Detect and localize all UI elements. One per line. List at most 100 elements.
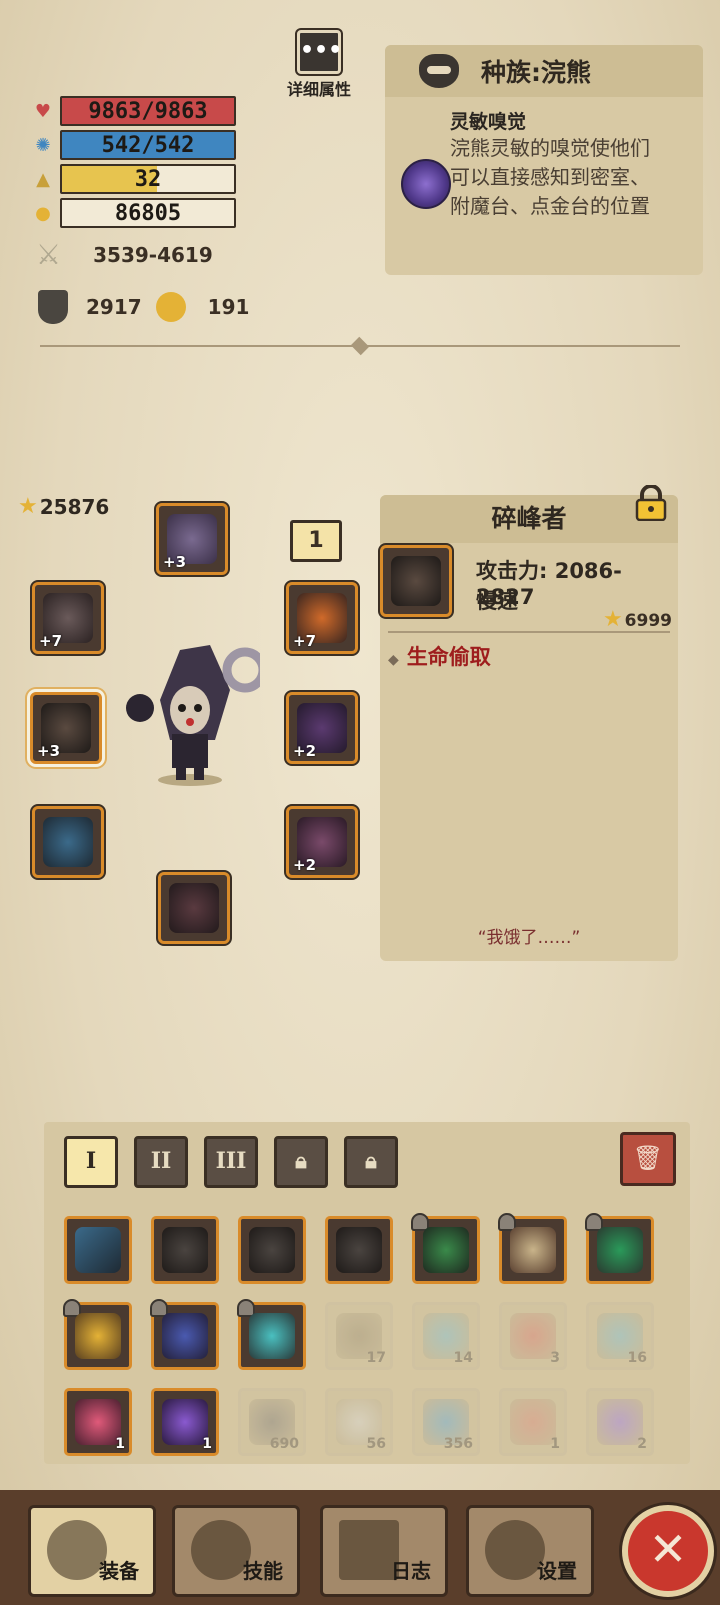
nav-skills-button[interactable]: 技能 (172, 1505, 300, 1597)
race-ability: 灵敏嗅觉 浣熊灵敏的嗅觉使他们可以直接感知到密室、附魔台、点金台的位置 (385, 97, 703, 221)
inventory-item-orb[interactable]: 2 (586, 1388, 654, 1456)
attack-value: 3539-4619 (93, 242, 213, 267)
inventory-item-sword[interactable] (64, 1216, 132, 1284)
weapon-level: +3 (37, 742, 61, 760)
armor-stat: 2917 191 (38, 290, 249, 324)
race-header: 种族:浣熊 (385, 45, 703, 97)
nav-settings-label: 设置 (537, 1559, 577, 1583)
inventory-item-blue-potion[interactable]: 16 (586, 1302, 654, 1370)
item-score-value: 6999 (624, 611, 672, 631)
gold-bar: 86805 (60, 198, 236, 228)
inventory-tab-1[interactable]: I (64, 1136, 118, 1188)
nav-log-label: 日志 (391, 1559, 431, 1583)
armor-slot[interactable]: +2 (286, 692, 358, 764)
boots-slot[interactable] (158, 872, 230, 944)
nav-skills-label: 技能 (243, 1559, 283, 1583)
item-count: 17 (366, 1350, 386, 1366)
inventory-tab-2[interactable]: II (134, 1136, 188, 1188)
level-icon: ▲ (36, 168, 50, 190)
armor-level: +2 (293, 742, 317, 760)
race-title: 种族:浣熊 (481, 58, 591, 87)
skill-icon (191, 1520, 251, 1580)
item-count: 14 (453, 1350, 473, 1366)
inventory-item-purple-potion[interactable]: 1 (151, 1388, 219, 1456)
gloves-level: +7 (293, 632, 317, 650)
mp-value: 542/542 (101, 132, 195, 158)
inventory-item-map[interactable]: 14 (412, 1302, 480, 1370)
mp-bar: 542/542 (60, 130, 236, 160)
close-icon: ✕ (648, 1522, 688, 1576)
hp-row: ♥ 9863/9863 (32, 96, 236, 126)
item-count: 16 (627, 1350, 647, 1366)
inventory-item-unknown-2[interactable] (238, 1216, 306, 1284)
magic-resist-value: 191 (207, 295, 250, 319)
swords-icon: ⚔ (36, 238, 62, 271)
lock-icon: 🔒︎ (295, 1148, 307, 1174)
helmet-slot[interactable]: +3 (156, 503, 228, 575)
inventory-item-gold-chain[interactable] (63, 1299, 132, 1370)
ability-description: 浣熊灵敏的嗅觉使他们可以直接感知到密室、附魔台、点金台的位置 (450, 136, 650, 218)
ability-name: 灵敏嗅觉 (450, 111, 527, 133)
gloves-slot[interactable]: +7 (286, 582, 358, 654)
nav-log-button[interactable]: 日志 (320, 1505, 448, 1597)
item-separator (388, 631, 670, 633)
inventory-item-unknown-1[interactable] (151, 1216, 219, 1284)
loadout-level-tag[interactable]: 1 (290, 520, 342, 562)
gold-row: ● 86805 (32, 198, 236, 228)
lock-icon: 🔒︎ (365, 1148, 377, 1174)
inventory-item-heart[interactable]: 1 (499, 1388, 567, 1456)
inventory-item-amulet-green[interactable] (411, 1213, 480, 1284)
magic-resist-icon (155, 292, 186, 322)
hp-bar: 9863/9863 (60, 96, 236, 126)
item-trait-label: 生命偷取 (406, 645, 491, 669)
item-count: 2 (637, 1436, 647, 1452)
item-trait: ◆ 生命偷取 (388, 641, 491, 671)
attack-stat: ⚔ 3539-4619 (36, 238, 213, 271)
detail-attributes-button[interactable]: ••• 详细属性 (284, 30, 354, 100)
inventory-tab-locked-4[interactable]: 🔒︎ (274, 1136, 328, 1188)
level-row: ▲ 32 (32, 164, 236, 194)
item-count: 1 (202, 1436, 212, 1452)
cape-level: +2 (293, 856, 317, 874)
inventory-tab-locked-5[interactable]: 🔒︎ (344, 1136, 398, 1188)
gold-value: 86805 (114, 200, 182, 226)
selected-item-icon (380, 545, 452, 617)
inventory-item-blue-crystal[interactable]: 356 (412, 1388, 480, 1456)
inventory-item-bone-necklace[interactable] (498, 1213, 567, 1284)
shield-icon (38, 290, 68, 324)
trash-icon: 🗑︎ (632, 1144, 664, 1172)
axe-icon (47, 1520, 107, 1580)
nav-settings-button[interactable]: 设置 (466, 1505, 594, 1597)
race-panel: 种族:浣熊 灵敏嗅觉 浣熊灵敏的嗅觉使他们可以直接感知到密室、附魔台、点金台的位… (385, 45, 703, 275)
item-score: ★ 6999 (603, 607, 672, 632)
inventory-tab-3[interactable]: III (204, 1136, 258, 1188)
diamond-bullet-icon: ◆ (388, 652, 399, 668)
hero-sprite (126, 645, 268, 786)
inventory-item-white-crystal[interactable]: 56 (325, 1388, 393, 1456)
close-button[interactable]: ✕ (622, 1505, 714, 1597)
inventory-item-iron-ingot[interactable]: 690 (238, 1388, 306, 1456)
detail-attributes-label: 详细属性 (286, 80, 351, 99)
star-icon: ★ (18, 494, 38, 519)
inventory-item-ring[interactable] (237, 1299, 306, 1370)
inventory-item-pickaxe[interactable]: 17 (325, 1302, 393, 1370)
legs-slot[interactable] (32, 806, 104, 878)
item-count: 3 (550, 1350, 560, 1366)
cape-slot[interactable]: +2 (286, 806, 358, 878)
keen-smell-icon[interactable] (401, 159, 451, 209)
trash-button[interactable]: 🗑︎ (620, 1132, 676, 1186)
gold-icon: ● (35, 202, 51, 224)
inventory-item-red-potion[interactable]: 3 (499, 1302, 567, 1370)
inventory-item-star-potion[interactable]: 1 (64, 1388, 132, 1456)
inventory-item-unknown-3[interactable] (325, 1216, 393, 1284)
level-bar: 32 (60, 164, 236, 194)
shoulder-slot[interactable]: +7 (32, 582, 104, 654)
lock-icon[interactable] (634, 484, 668, 522)
inventory-item-blue-bracelet[interactable] (150, 1299, 219, 1370)
weapon-slot[interactable]: +3 (30, 692, 102, 764)
nav-equipment-button[interactable]: 装备 (28, 1505, 156, 1597)
gear-icon (485, 1520, 545, 1580)
item-count: 1 (550, 1436, 560, 1452)
hp-value: 9863/9863 (88, 98, 208, 124)
inventory-item-emerald-amulet[interactable] (585, 1213, 654, 1284)
